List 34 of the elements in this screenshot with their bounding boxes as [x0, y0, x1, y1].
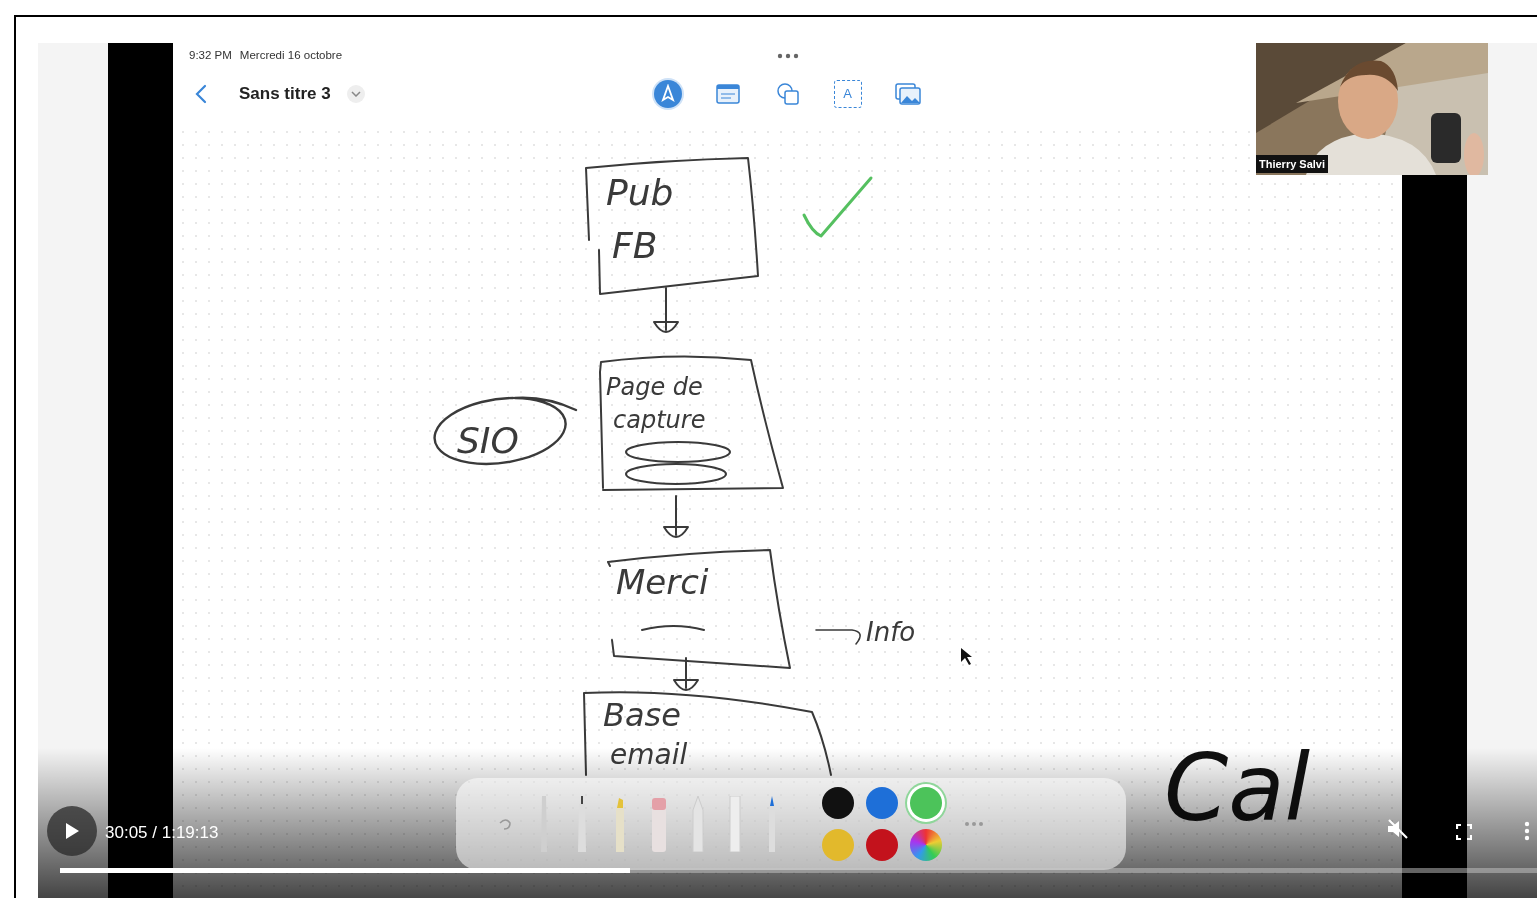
connector-arrow [663, 495, 689, 538]
unmute-button[interactable] [1386, 816, 1410, 840]
handwritten-text: Merci [616, 562, 709, 602]
text-tool-button[interactable]: A [833, 80, 862, 108]
handwritten-text: Base [603, 696, 681, 734]
handwritten-text: capture [613, 406, 706, 434]
connector-arrow [673, 657, 699, 691]
shapes-icon [775, 82, 800, 106]
status-time: 9:32 PM [189, 47, 232, 63]
document-title: Sans titre 3 [239, 83, 331, 106]
handwritten-text: Info [866, 617, 916, 647]
more-icon[interactable] [776, 52, 799, 59]
checkmark-icon [802, 176, 873, 238]
cursor-icon [961, 648, 972, 665]
image-icon [894, 83, 921, 105]
note-icon [715, 84, 740, 104]
back-icon [195, 84, 207, 104]
connector-arrow [653, 287, 679, 333]
pen-icon [658, 84, 677, 104]
muted-speaker-icon [1386, 817, 1410, 840]
handwritten-text: SIO [457, 420, 519, 461]
handwritten-text: FB [612, 225, 658, 266]
fullscreen-icon [1456, 823, 1472, 840]
handwritten-text: Page de [606, 373, 703, 401]
kebab-icon [1524, 820, 1530, 841]
play-icon [65, 823, 79, 839]
title-menu-button[interactable] [346, 85, 365, 103]
status-date: Mercredi 16 octobre [239, 47, 343, 63]
pen-tool-button[interactable] [653, 80, 682, 108]
chevron-down-icon [350, 91, 361, 97]
handwritten-text: Pub [606, 172, 674, 213]
handwritten-text: Cal [1164, 735, 1311, 842]
handwritten-text: email [610, 738, 688, 771]
media-tool-button[interactable] [893, 80, 922, 108]
